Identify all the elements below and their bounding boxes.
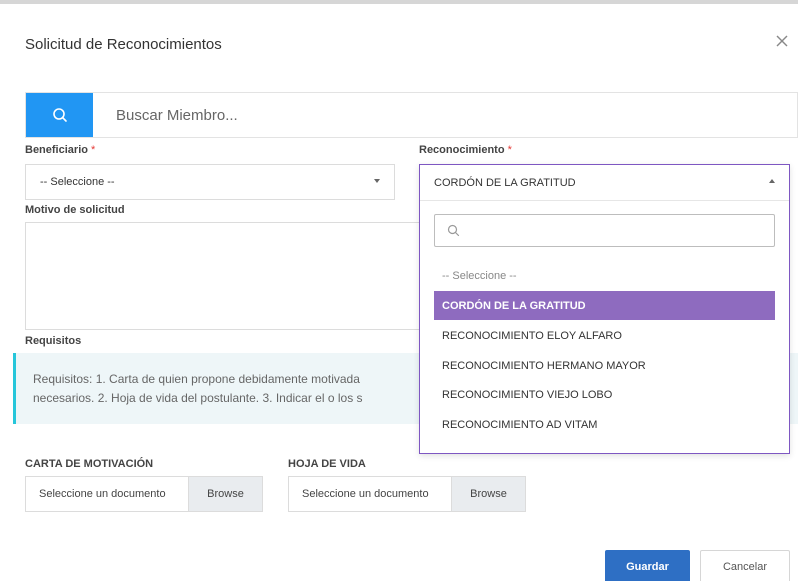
reconocimiento-select[interactable]: CORDÓN DE LA GRATITUD	[420, 165, 789, 201]
beneficiario-label-text: Beneficiario	[25, 144, 88, 156]
dropdown-option[interactable]: RECONOCIMIENTO ELOY ALFARO	[434, 321, 775, 350]
save-button[interactable]: Guardar	[605, 550, 690, 581]
reconocimiento-label: Reconocimiento *	[419, 144, 512, 156]
reconocimiento-dropdown: CORDÓN DE LA GRATITUD -- Seleccione -- C…	[419, 164, 790, 454]
dropdown-option[interactable]: RECONOCIMIENTO VIEJO LOBO	[434, 380, 775, 409]
dropdown-option[interactable]: CORDÓN DE LA GRATITUD	[434, 291, 775, 320]
close-icon[interactable]	[773, 32, 791, 50]
reconocimiento-label-text: Reconocimiento	[419, 144, 505, 156]
cancel-button[interactable]: Cancelar	[700, 550, 790, 581]
caret-down-icon	[374, 179, 380, 183]
caret-up-icon	[769, 179, 775, 183]
beneficiario-label: Beneficiario *	[25, 144, 95, 156]
beneficiario-select-value: -- Seleccione --	[40, 176, 115, 188]
reconocimiento-select-value: CORDÓN DE LA GRATITUD	[434, 176, 576, 189]
beneficiario-select[interactable]: -- Seleccione --	[25, 164, 395, 200]
search-button[interactable]	[26, 93, 93, 137]
search-icon	[447, 224, 460, 237]
dropdown-option[interactable]: RECONOCIMIENTO HERMANO MAYOR	[434, 351, 775, 380]
hoja-label: HOJA DE VIDA	[288, 458, 366, 470]
modal-title: Solicitud de Reconocimientos	[25, 36, 222, 53]
motivo-textarea[interactable]	[25, 222, 445, 330]
hoja-file-input[interactable]: Seleccione un documento Browse	[288, 476, 526, 512]
required-mark: *	[507, 144, 512, 156]
motivo-label: Motivo de solicitud	[25, 204, 125, 216]
search-icon	[52, 108, 67, 122]
requisitos-label: Requisitos	[25, 335, 82, 347]
dropdown-search-input[interactable]	[434, 214, 775, 247]
hoja-browse-button[interactable]: Browse	[451, 477, 525, 511]
carta-browse-button[interactable]: Browse	[188, 477, 262, 511]
hoja-file-name: Seleccione un documento	[302, 488, 429, 500]
top-border	[0, 0, 798, 4]
carta-file-input[interactable]: Seleccione un documento Browse	[25, 476, 263, 512]
member-search	[25, 92, 798, 138]
dropdown-option-placeholder[interactable]: -- Seleccione --	[434, 261, 775, 290]
member-search-input[interactable]	[116, 93, 716, 137]
carta-file-name: Seleccione un documento	[39, 488, 166, 500]
required-mark: *	[91, 144, 96, 156]
dropdown-option[interactable]: RECONOCIMIENTO AD VITAM	[434, 410, 775, 439]
carta-label: CARTA DE MOTIVACIÓN	[25, 458, 154, 470]
